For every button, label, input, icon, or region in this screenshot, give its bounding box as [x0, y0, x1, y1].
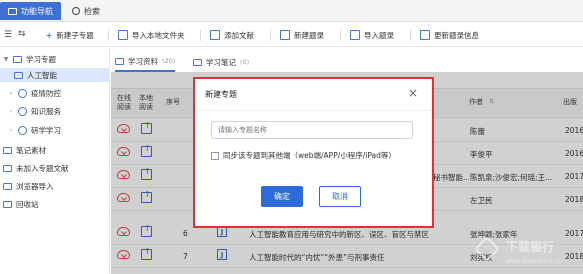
sync-label: 同步该专题到其他端（web端/APP/小程序/iPad等） — [223, 151, 396, 160]
sidebar-item-label: 浏览器导入 — [16, 181, 54, 191]
import-folder-button[interactable]: 导入本地文件夹 — [118, 28, 185, 42]
tab-label: 学习资料 — [128, 56, 158, 66]
toolbar: ☰ ⇆ + 新建子专题 导入本地文件夹 添加文献 新建题录 导入题录 更新题录信… — [0, 23, 583, 47]
sidebar-item-research[interactable]: › 研学学习 — [0, 123, 110, 137]
dialog-title: 新建专题 — [205, 90, 237, 99]
add-icon: + — [46, 30, 53, 40]
sidebar-item-label: 笔记素材 — [16, 145, 46, 155]
notes-icon — [193, 58, 202, 66]
new-record-button[interactable]: 新建题录 — [280, 28, 324, 42]
tab-study-materials[interactable]: 学习资料 (20) — [115, 52, 176, 72]
document-icon — [3, 164, 12, 172]
toolbar-label: 新建题录 — [294, 30, 324, 40]
dialog-divider — [195, 110, 432, 111]
sidebar-item-epidemic[interactable]: › 疫情防控 — [0, 86, 110, 100]
nav-tab-function[interactable]: 功能导航 — [0, 2, 61, 20]
sidebar-item-study-topics[interactable]: ▼ 学习专题 — [0, 52, 110, 66]
trash-icon — [3, 200, 12, 208]
notes-icon — [3, 146, 12, 154]
toolbar-label: 新建子专题 — [56, 30, 94, 40]
caret-right-icon[interactable]: › — [8, 90, 14, 97]
caret-right-icon[interactable]: › — [8, 127, 14, 134]
sidebar-item-notes[interactable]: 笔记素材 — [0, 143, 110, 157]
nav-tab-label: 功能导航 — [21, 6, 53, 16]
add-document-button[interactable]: 添加文献 — [210, 28, 254, 42]
add-document-icon — [210, 30, 220, 40]
update-record-button[interactable]: 更新题录信息 — [420, 28, 479, 42]
folder-import-icon — [118, 30, 128, 40]
caret-down-icon[interactable]: ▼ — [3, 56, 9, 63]
sidebar-item-browser-import[interactable]: 浏览器导入 — [0, 179, 110, 193]
search-icon — [72, 7, 80, 15]
new-topic-dialog: 新建专题 × 同步该专题到其他端（web端/APP/小程序/iPad等） 确定 … — [195, 79, 432, 226]
topic-icon — [18, 125, 27, 135]
sidebar-item-label: 知识服务 — [31, 106, 61, 116]
tab-study-notes[interactable]: 学习笔记 (0) — [193, 52, 249, 72]
sync-checkbox[interactable]: 同步该专题到其他端（web端/APP/小程序/iPad等） — [211, 150, 396, 161]
sidebar-item-label: 未加入专题文献 — [16, 163, 69, 173]
close-icon[interactable]: × — [408, 87, 418, 99]
sidebar-item-recycle[interactable]: 回收站 — [0, 197, 110, 211]
confirm-button[interactable]: 确定 — [261, 186, 303, 207]
tab-count: (0) — [240, 58, 250, 66]
update-record-icon — [420, 30, 430, 40]
nav-tab-label: 检索 — [84, 6, 100, 16]
toolbar-label: 导入本地文件夹 — [132, 30, 185, 40]
topic-name-input[interactable] — [211, 121, 413, 139]
sidebar: ▼ 学习专题 人工智能 › 疫情防控 › 知识服务 › 研学学习 笔记素材 未加… — [0, 48, 110, 274]
tab-count: (20) — [162, 57, 176, 65]
new-record-icon — [280, 30, 290, 40]
checkbox-box[interactable] — [211, 151, 219, 160]
watermark-logo: 下载银行 www.downbank.cn — [474, 236, 578, 272]
cancel-button[interactable]: 取消 — [319, 186, 361, 207]
sidebar-item-label: 研学学习 — [31, 125, 61, 135]
folder-icon — [14, 71, 23, 79]
folder-icon — [8, 7, 17, 15]
collapse-icon[interactable]: ⇆ — [18, 29, 26, 39]
tab-label: 学习笔记 — [206, 57, 236, 67]
folder-icon — [13, 55, 22, 63]
watermark-shape-icon — [474, 236, 500, 262]
import-record-button[interactable]: 导入题录 — [350, 28, 394, 42]
toolbar-label: 更新题录信息 — [434, 30, 479, 40]
toolbar-label: 导入题录 — [364, 30, 394, 40]
nav-tab-search[interactable]: 检索 — [64, 2, 108, 20]
watermark-text: 下载银行 — [506, 240, 555, 254]
sidebar-item-unassigned[interactable]: 未加入专题文献 — [0, 161, 110, 175]
new-subtopic-button[interactable]: + 新建子专题 — [46, 28, 94, 42]
sidebar-item-label: 学习专题 — [26, 54, 56, 64]
sidebar-item-ai[interactable]: 人工智能 — [0, 68, 110, 82]
caret-right-icon[interactable]: › — [8, 108, 14, 115]
topic-icon — [18, 88, 27, 98]
topic-icon — [18, 106, 27, 116]
import-record-icon — [350, 30, 360, 40]
browser-icon — [3, 182, 12, 190]
sidebar-item-knowledge[interactable]: › 知识服务 — [0, 104, 110, 118]
sidebar-item-label: 疫情防控 — [31, 88, 61, 98]
watermark-url: www.downbank.cn — [506, 258, 563, 265]
sidebar-item-label: 人工智能 — [27, 70, 57, 80]
menu-icon[interactable]: ☰ — [4, 30, 12, 40]
sidebar-item-label: 回收站 — [16, 199, 39, 209]
top-nav: 功能导航 检索 — [0, 0, 583, 22]
toolbar-label: 添加文献 — [224, 30, 254, 40]
book-icon — [115, 57, 124, 65]
